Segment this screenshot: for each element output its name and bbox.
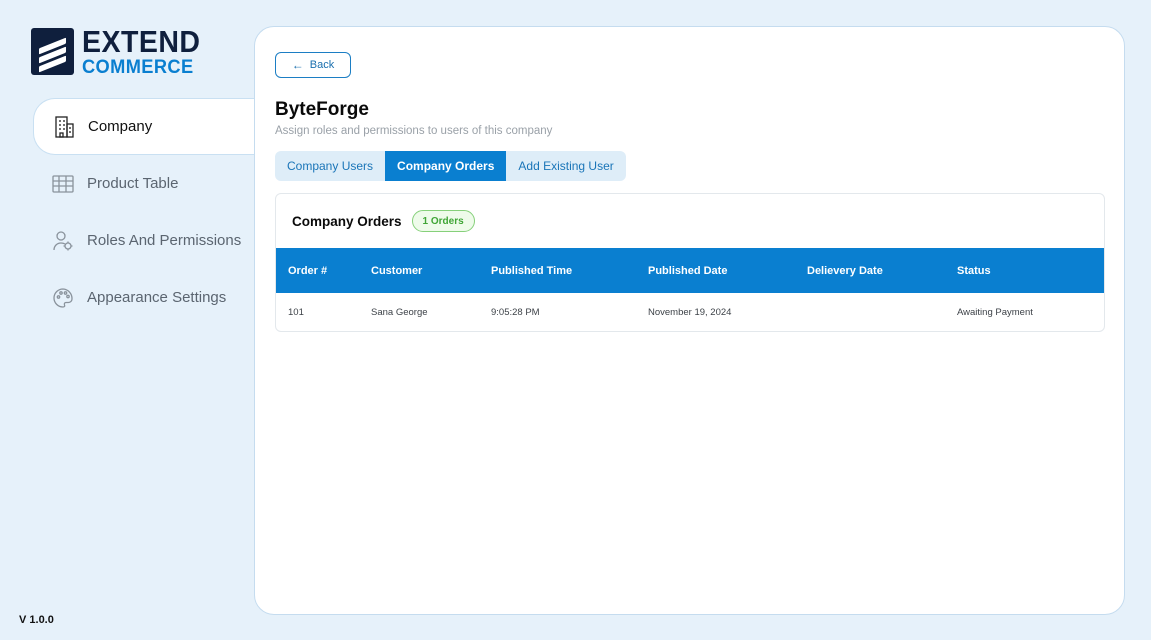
logo-line-1: EXTEND [82, 24, 201, 59]
sidebar-item-label: Roles And Permissions [87, 232, 242, 249]
orders-card: Company Orders 1 Orders Order # Customer… [275, 193, 1105, 332]
column-header-customer[interactable]: Customer [371, 248, 491, 293]
sidebar-item-company[interactable]: Company [33, 98, 259, 155]
logo-line-2: COMMERCE [82, 57, 194, 78]
tab-company-orders[interactable]: Company Orders [385, 151, 507, 181]
table-header-row: Order # Customer Published Time Publishe… [276, 248, 1104, 293]
cell-published-time: 9:05:28 PM [491, 307, 540, 318]
cell-status: Awaiting Payment [957, 307, 1033, 318]
orders-count-badge: 1 Orders [411, 210, 475, 232]
sidebar-item-roles[interactable]: Roles And Permissions [33, 212, 259, 269]
back-button[interactable]: ← Back [275, 52, 351, 78]
palette-icon [52, 287, 74, 309]
sidebar-item-label: Company [88, 118, 153, 135]
logo-mark-icon [31, 28, 74, 75]
building-icon [53, 115, 75, 138]
column-header-published-date[interactable]: Published Date [648, 248, 807, 293]
cell-customer: Sana George [371, 307, 428, 318]
version-label: V 1.0.0 [19, 614, 54, 626]
back-button-label: Back [309, 59, 335, 71]
column-header-delivery-date[interactable]: Delievery Date [807, 248, 957, 293]
cell-order-number: 101 [288, 307, 304, 318]
cell-delivery-date [807, 293, 957, 331]
orders-table: Order # Customer Published Time Publishe… [276, 248, 1104, 331]
table-row[interactable]: 101 Sana George 9:05:28 PM November 19, … [276, 293, 1104, 331]
logo: EXTEND COMMERCE [31, 26, 211, 77]
main-panel: ← Back ByteForge Assign roles and permis… [254, 26, 1125, 615]
page-subtitle: Assign roles and permissions to users of… [275, 125, 553, 137]
sidebar-item-label: Appearance Settings [87, 289, 227, 306]
table-icon [52, 173, 74, 195]
sidebar-item-appearance[interactable]: Appearance Settings [33, 269, 259, 326]
orders-title: Company Orders [292, 213, 402, 229]
user-settings-icon [52, 230, 74, 252]
tab-bar: Company Users Company Orders Add Existin… [275, 151, 626, 181]
tab-company-users[interactable]: Company Users [275, 151, 385, 181]
tab-add-existing-user[interactable]: Add Existing User [506, 151, 625, 181]
column-header-published-time[interactable]: Published Time [491, 248, 648, 293]
arrow-left-icon: ← [291, 58, 304, 72]
column-header-status[interactable]: Status [957, 248, 1104, 293]
cell-published-date: November 19, 2024 [648, 307, 732, 318]
sidebar-item-label: Product Table [87, 175, 179, 192]
sidebar-nav: Company Product Table Roles And Permissi… [33, 98, 259, 326]
sidebar-item-product-table[interactable]: Product Table [33, 155, 259, 212]
page-title: ByteForge [275, 99, 369, 120]
column-header-order[interactable]: Order # [276, 248, 371, 293]
